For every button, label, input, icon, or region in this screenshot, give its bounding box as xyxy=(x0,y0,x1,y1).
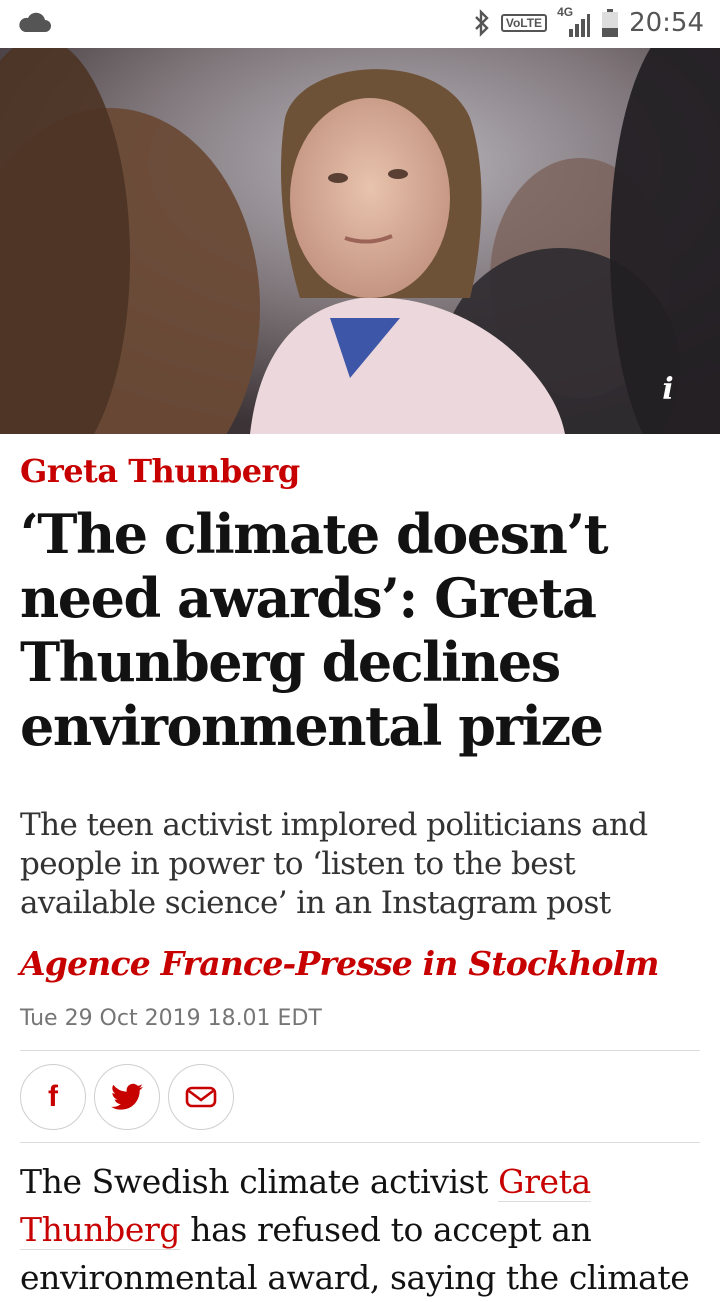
body-text-start: The Swedish climate activist xyxy=(20,1162,499,1201)
image-info-button[interactable]: i xyxy=(650,372,686,408)
facebook-icon: f xyxy=(48,1080,58,1113)
facebook-share-button[interactable]: f xyxy=(20,1064,86,1130)
divider-bottom xyxy=(20,1142,700,1143)
status-time: 20:54 xyxy=(629,8,704,38)
status-indicators: VoLTE 4G 20:54 xyxy=(473,5,704,38)
hero-photo xyxy=(0,48,720,434)
cloud-icon xyxy=(19,12,51,32)
twitter-share-button[interactable] xyxy=(94,1064,160,1130)
email-share-button[interactable] xyxy=(168,1064,234,1130)
hero-image[interactable]: i xyxy=(0,48,720,434)
volte-badge: VoLTE xyxy=(500,14,548,32)
status-bar: VoLTE 4G 20:54 xyxy=(0,0,720,48)
bluetooth-icon xyxy=(474,9,489,37)
share-buttons: f xyxy=(20,1064,234,1130)
article-standfirst: The teen activist implored politicians a… xyxy=(20,807,648,921)
network-indicator: 4G xyxy=(557,5,591,37)
battery-icon xyxy=(602,9,619,37)
twitter-icon xyxy=(111,1083,143,1110)
weather-status xyxy=(16,12,52,38)
email-icon xyxy=(185,1086,217,1108)
article-headline: ‘The climate doesn’t need awards’: Greta… xyxy=(20,502,609,758)
divider-top xyxy=(20,1050,700,1051)
section-kicker[interactable]: Greta Thunberg xyxy=(20,452,300,490)
article-dateline: Tue 29 Oct 2019 18.01 EDT xyxy=(20,1006,322,1031)
signal-icon xyxy=(569,14,591,37)
article-byline[interactable]: Agence France-Presse in Stockholm xyxy=(20,944,659,983)
article-body: The Swedish climate activist Greta Thunb… xyxy=(20,1158,710,1302)
